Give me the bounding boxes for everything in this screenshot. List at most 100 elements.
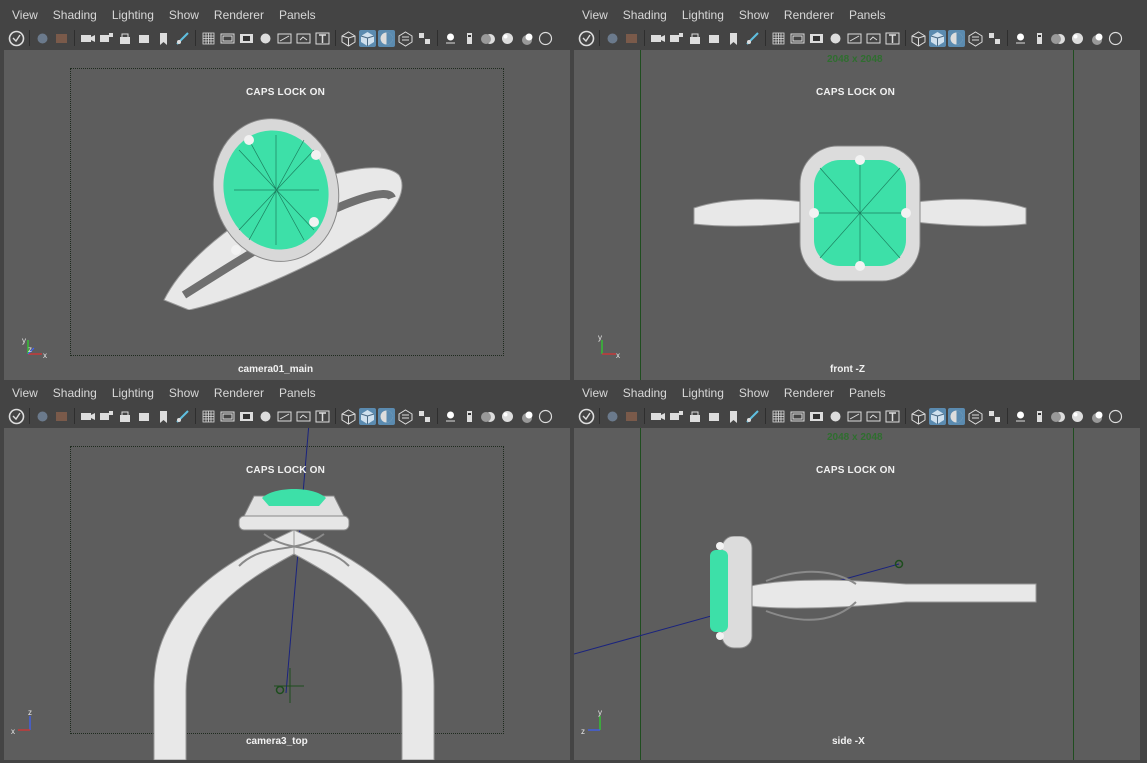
menu-panels[interactable]: Panels xyxy=(841,382,893,404)
bookmarks-icon[interactable] xyxy=(649,408,666,425)
menu-view[interactable]: View xyxy=(4,4,45,26)
viewport-front[interactable]: 2048 x 2048 CAPS LOCK ON y x front -Z xyxy=(574,50,1140,380)
safe-action-icon[interactable] xyxy=(846,30,863,47)
viewport-camera01[interactable]: CAPS LOCK ON y z x camera01_main xyxy=(4,50,570,380)
safe-title-icon[interactable] xyxy=(865,30,882,47)
motion-blur-icon[interactable] xyxy=(480,408,497,425)
grid-icon[interactable] xyxy=(770,30,787,47)
safe-title-icon[interactable] xyxy=(295,408,312,425)
menu-lighting[interactable]: Lighting xyxy=(104,382,161,404)
gate-mask-icon[interactable] xyxy=(238,408,255,425)
resolution-gate-icon[interactable] xyxy=(789,408,806,425)
menu-renderer[interactable]: Renderer xyxy=(206,382,271,404)
menu-view[interactable]: View xyxy=(574,4,615,26)
camera-attrs2-icon[interactable] xyxy=(136,408,153,425)
wireframe-icon[interactable] xyxy=(910,30,927,47)
menu-show[interactable]: Show xyxy=(161,4,206,26)
menu-renderer[interactable]: Renderer xyxy=(776,4,841,26)
camera-attrs2-icon[interactable] xyxy=(136,30,153,47)
menu-shading[interactable]: Shading xyxy=(615,4,674,26)
anti-aliasing-icon[interactable] xyxy=(499,30,516,47)
grid-icon[interactable] xyxy=(770,408,787,425)
gate-mask-icon[interactable] xyxy=(808,408,825,425)
select-camera-icon[interactable] xyxy=(604,30,621,47)
menu-renderer[interactable]: Renderer xyxy=(206,4,271,26)
safe-title-icon[interactable] xyxy=(295,30,312,47)
menu-lighting[interactable]: Lighting xyxy=(104,4,161,26)
field-chart-icon[interactable] xyxy=(827,30,844,47)
lock-camera-icon[interactable] xyxy=(117,30,134,47)
image-plane-icon[interactable] xyxy=(668,408,685,425)
anti-aliasing-icon[interactable] xyxy=(1069,30,1086,47)
shadows-icon[interactable] xyxy=(1012,30,1029,47)
anti-aliasing-icon[interactable] xyxy=(1069,408,1086,425)
menu-shading[interactable]: Shading xyxy=(45,4,104,26)
bookmarks-icon[interactable] xyxy=(79,408,96,425)
wireframe-on-shaded-icon[interactable] xyxy=(948,29,965,47)
text-icon[interactable] xyxy=(884,408,901,425)
wireframe-on-shaded-icon[interactable] xyxy=(948,407,965,425)
wireframe-icon[interactable] xyxy=(340,30,357,47)
camera-attributes-icon[interactable] xyxy=(623,30,640,47)
select-camera-icon[interactable] xyxy=(34,30,51,47)
xray-icon[interactable] xyxy=(537,408,554,425)
select-camera-icon[interactable] xyxy=(34,408,51,425)
motion-blur-icon[interactable] xyxy=(1050,408,1067,425)
maya-logo-icon[interactable] xyxy=(578,408,595,425)
wireframe-on-shaded-icon[interactable] xyxy=(378,29,395,47)
screen-space-ao-icon[interactable] xyxy=(461,408,478,425)
camera-attrs2-icon[interactable] xyxy=(706,30,723,47)
screen-space-ao-icon[interactable] xyxy=(461,30,478,47)
wireframe-icon[interactable] xyxy=(340,408,357,425)
gate-mask-icon[interactable] xyxy=(238,30,255,47)
menu-panels[interactable]: Panels xyxy=(271,4,323,26)
use-all-lights-icon[interactable] xyxy=(986,30,1003,47)
menu-show[interactable]: Show xyxy=(731,4,776,26)
maya-logo-icon[interactable] xyxy=(8,408,25,425)
screen-space-ao-icon[interactable] xyxy=(1031,408,1048,425)
camera-attrs2-icon[interactable] xyxy=(706,408,723,425)
isolate-select-icon[interactable] xyxy=(518,408,535,425)
textured-icon[interactable] xyxy=(397,408,414,425)
menu-lighting[interactable]: Lighting xyxy=(674,382,731,404)
field-chart-icon[interactable] xyxy=(257,408,274,425)
isolate-select-icon[interactable] xyxy=(1088,408,1105,425)
grease-pencil-icon[interactable] xyxy=(155,30,172,47)
camera-attributes-icon[interactable] xyxy=(623,408,640,425)
image-plane-icon[interactable] xyxy=(98,408,115,425)
resolution-gate-icon[interactable] xyxy=(789,30,806,47)
camera-attributes-icon[interactable] xyxy=(53,30,70,47)
menu-show[interactable]: Show xyxy=(161,382,206,404)
smooth-shade-icon[interactable] xyxy=(359,29,376,47)
viewport-panel-side[interactable]: View Shading Lighting Show Renderer Pane… xyxy=(574,382,1140,760)
safe-action-icon[interactable] xyxy=(276,30,293,47)
viewport-panel-front[interactable]: View Shading Lighting Show Renderer Pane… xyxy=(574,4,1140,380)
grease-pencil-icon[interactable] xyxy=(155,408,172,425)
lock-camera-icon[interactable] xyxy=(687,30,704,47)
text-icon[interactable] xyxy=(884,30,901,47)
xray-icon[interactable] xyxy=(537,30,554,47)
menu-shading[interactable]: Shading xyxy=(615,382,674,404)
select-camera-icon[interactable] xyxy=(604,408,621,425)
smooth-shade-icon[interactable] xyxy=(929,407,946,425)
wireframe-on-shaded-icon[interactable] xyxy=(378,407,395,425)
bookmarks-icon[interactable] xyxy=(649,30,666,47)
use-all-lights-icon[interactable] xyxy=(416,408,433,425)
motion-blur-icon[interactable] xyxy=(1050,30,1067,47)
smooth-shade-icon[interactable] xyxy=(359,407,376,425)
menu-view[interactable]: View xyxy=(574,382,615,404)
image-plane-icon[interactable] xyxy=(98,30,115,47)
menu-panels[interactable]: Panels xyxy=(271,382,323,404)
isolate-select-icon[interactable] xyxy=(1088,30,1105,47)
menu-lighting[interactable]: Lighting xyxy=(674,4,731,26)
use-all-lights-icon[interactable] xyxy=(416,30,433,47)
smooth-shade-icon[interactable] xyxy=(929,29,946,47)
safe-title-icon[interactable] xyxy=(865,408,882,425)
menu-show[interactable]: Show xyxy=(731,382,776,404)
viewport-camera3[interactable]: CAPS LOCK ON z x camera3_top xyxy=(4,428,570,760)
isolate-select-icon[interactable] xyxy=(518,30,535,47)
xray-icon[interactable] xyxy=(1107,408,1124,425)
text-icon[interactable] xyxy=(314,30,331,47)
resolution-gate-icon[interactable] xyxy=(219,408,236,425)
textured-icon[interactable] xyxy=(397,30,414,47)
